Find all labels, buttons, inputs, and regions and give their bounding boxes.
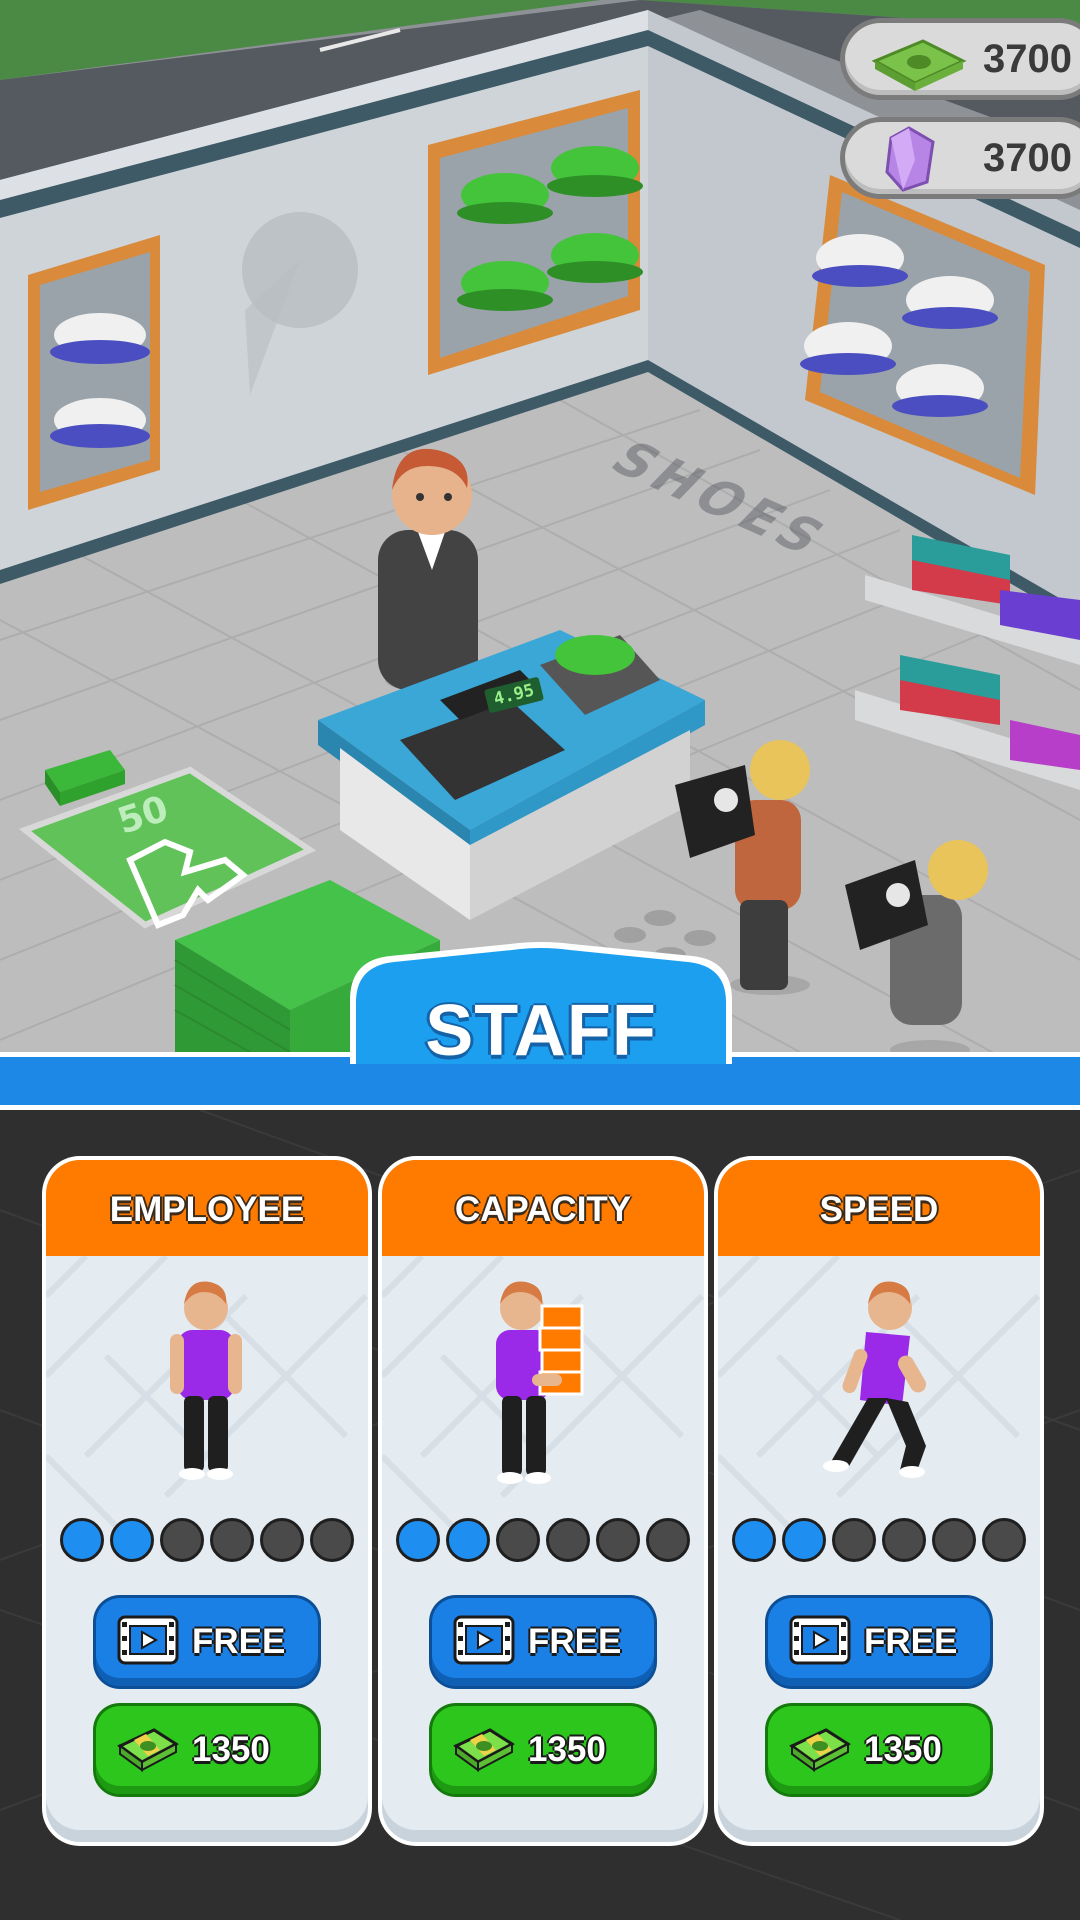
free-upgrade-button[interactable]: FREE bbox=[432, 1598, 654, 1686]
video-ad-icon bbox=[116, 1612, 180, 1672]
level-indicator bbox=[60, 1518, 354, 1562]
free-label: FREE bbox=[192, 1622, 286, 1661]
level-dot bbox=[932, 1518, 976, 1562]
card-title: EMPLOYEE bbox=[109, 1190, 305, 1229]
cash-stack-icon bbox=[788, 1720, 852, 1780]
cash-amount: 3700 bbox=[983, 37, 1072, 81]
level-dot bbox=[60, 1518, 104, 1562]
speed-figure-icon bbox=[823, 1281, 926, 1478]
level-dot bbox=[396, 1518, 440, 1562]
level-dot bbox=[260, 1518, 304, 1562]
staff-title: STAFF bbox=[425, 991, 657, 1071]
free-upgrade-button[interactable]: FREE bbox=[96, 1598, 318, 1686]
level-dot bbox=[782, 1518, 826, 1562]
level-dot bbox=[310, 1518, 354, 1562]
level-dot bbox=[982, 1518, 1026, 1562]
gem-amount: 3700 bbox=[983, 136, 1072, 180]
card-header: SPEED bbox=[718, 1160, 1040, 1256]
card-header: CAPACITY bbox=[382, 1160, 704, 1256]
cash-stack-icon bbox=[869, 31, 969, 97]
level-dot bbox=[546, 1518, 590, 1562]
price-label: 1350 bbox=[864, 1730, 942, 1769]
employee-figure-icon bbox=[170, 1281, 242, 1480]
card-title: CAPACITY bbox=[454, 1190, 632, 1229]
cash-counter: 3700 bbox=[840, 18, 1080, 100]
cash-stack-icon bbox=[452, 1720, 516, 1780]
level-dot bbox=[646, 1518, 690, 1562]
free-upgrade-button[interactable]: FREE bbox=[768, 1598, 990, 1686]
upgrade-card-speed: SPEED FREE 1350 bbox=[718, 1160, 1040, 1842]
free-label: FREE bbox=[528, 1622, 622, 1661]
video-ad-icon bbox=[788, 1612, 852, 1672]
gem-counter: 3700 bbox=[840, 117, 1080, 199]
level-dot bbox=[832, 1518, 876, 1562]
level-dot bbox=[110, 1518, 154, 1562]
purple-gem-icon bbox=[879, 126, 939, 196]
level-indicator bbox=[396, 1518, 690, 1562]
level-dot bbox=[160, 1518, 204, 1562]
capacity-figure-icon bbox=[496, 1281, 584, 1484]
upgrade-card-employee: EMPLOYEE FREE 1350 bbox=[46, 1160, 368, 1842]
level-dot bbox=[446, 1518, 490, 1562]
level-dot bbox=[210, 1518, 254, 1562]
price-label: 1350 bbox=[528, 1730, 606, 1769]
level-dot bbox=[496, 1518, 540, 1562]
cash-stack-icon bbox=[116, 1720, 180, 1780]
level-indicator bbox=[732, 1518, 1026, 1562]
buy-upgrade-button[interactable]: 1350 bbox=[96, 1706, 318, 1794]
price-label: 1350 bbox=[192, 1730, 270, 1769]
level-dot bbox=[596, 1518, 640, 1562]
card-title: SPEED bbox=[819, 1190, 939, 1229]
upgrade-card-capacity: CAPACITY FREE 1350 bbox=[382, 1160, 704, 1842]
level-dot bbox=[882, 1518, 926, 1562]
buy-upgrade-button[interactable]: 1350 bbox=[768, 1706, 990, 1794]
free-label: FREE bbox=[864, 1622, 958, 1661]
buy-upgrade-button[interactable]: 1350 bbox=[432, 1706, 654, 1794]
level-dot bbox=[732, 1518, 776, 1562]
video-ad-icon bbox=[452, 1612, 516, 1672]
card-header: EMPLOYEE bbox=[46, 1160, 368, 1256]
